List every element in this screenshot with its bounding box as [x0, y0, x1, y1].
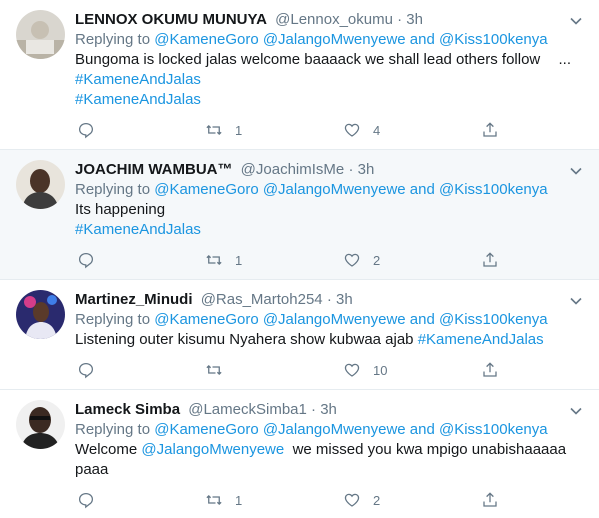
- like-button[interactable]: 4: [343, 120, 380, 140]
- tweet-actions: 1 2: [75, 490, 515, 510]
- avatar[interactable]: [16, 10, 65, 59]
- tweet-actions: 1 4: [75, 120, 515, 140]
- separator-dot: ·: [348, 161, 354, 178]
- separator-dot: ·: [311, 401, 317, 418]
- replying-to-mentions[interactable]: @KameneGoro @JalangoMwenyewe and @Kiss10…: [154, 181, 547, 198]
- like-count: 2: [373, 252, 381, 268]
- share-button[interactable]: [481, 250, 511, 270]
- author-name[interactable]: JOACHIM WAMBUA™: [75, 161, 233, 178]
- retweet-icon: [206, 364, 222, 376]
- reply-icon: [78, 362, 94, 379]
- retweet-button[interactable]: 1: [205, 250, 242, 270]
- like-button[interactable]: 2: [343, 490, 380, 510]
- tweet-feed: LENNOX OKUMU MUNUYA @Lennox_okumu · 3h R…: [0, 0, 599, 518]
- tweet-text: Welcome: [75, 441, 142, 458]
- retweet-count: 1: [235, 492, 243, 508]
- share-icon: [483, 252, 497, 267]
- share-icon: [483, 492, 497, 507]
- author-name[interactable]: Lameck Simba: [75, 401, 180, 418]
- replying-label: Replying to: [75, 31, 151, 48]
- reply-icon: [78, 122, 94, 139]
- chevron-down-icon[interactable]: [569, 14, 583, 28]
- author-name[interactable]: LENNOX OKUMU MUNUYA: [75, 11, 267, 28]
- replying-to-mentions[interactable]: @KameneGoro @JalangoMwenyewe and @Kiss10…: [154, 311, 547, 328]
- retweet-button[interactable]: 1: [205, 490, 242, 510]
- tweet-actions: 1 2: [75, 250, 515, 270]
- avatar[interactable]: [16, 290, 65, 339]
- tweet-text: Its happening: [75, 201, 166, 218]
- show-more-ellipsis[interactable]: ...: [558, 50, 571, 70]
- replying-to-mentions[interactable]: @KameneGoro @JalangoMwenyewe and @Kiss10…: [154, 421, 547, 438]
- retweet-count: 1: [235, 122, 243, 138]
- tweet-time[interactable]: 3h: [336, 291, 353, 308]
- tweet-text: paaa: [75, 461, 109, 478]
- mention-link[interactable]: @JalangoMwenyewe: [141, 441, 284, 458]
- like-button[interactable]: 10: [343, 360, 387, 380]
- author-handle[interactable]: @Lennox_okumu: [275, 11, 393, 28]
- retweet-icon: [206, 494, 222, 506]
- like-icon: [344, 363, 360, 377]
- like-button[interactable]: 2: [343, 250, 380, 270]
- tweet-time[interactable]: 3h: [358, 161, 375, 178]
- author-handle[interactable]: @LameckSimba1: [188, 401, 307, 418]
- hashtag-link[interactable]: #KameneAndJalas: [75, 71, 201, 88]
- avatar[interactable]: [16, 400, 65, 449]
- tweet-time[interactable]: 3h: [320, 401, 337, 418]
- replying-label: Replying to: [75, 181, 151, 198]
- hashtag-link[interactable]: #KameneAndJalas: [418, 331, 544, 348]
- retweet-icon: [206, 124, 222, 136]
- share-button[interactable]: [481, 490, 511, 510]
- replying-label: Replying to: [75, 421, 151, 438]
- author-handle[interactable]: @Ras_Martoh254: [201, 291, 323, 308]
- replying-to-mentions[interactable]: @KameneGoro @JalangoMwenyewe and @Kiss10…: [154, 31, 547, 48]
- reply-button[interactable]: [77, 120, 107, 140]
- chevron-down-icon[interactable]: [569, 294, 583, 308]
- like-count: 4: [373, 122, 381, 138]
- tweet-item[interactable]: LENNOX OKUMU MUNUYA @Lennox_okumu · 3h R…: [0, 0, 599, 150]
- like-icon: [344, 123, 360, 137]
- author-name[interactable]: Martinez_Minudi: [75, 291, 193, 308]
- chevron-down-icon[interactable]: [569, 164, 583, 178]
- tweet-item[interactable]: Lameck Simba @LameckSimba1 · 3h Replying…: [0, 390, 599, 518]
- tweet-item[interactable]: JOACHIM WAMBUA™ @JoachimIsMe · 3h Replyi…: [0, 150, 599, 280]
- reply-button[interactable]: [77, 360, 107, 380]
- reply-icon: [78, 252, 94, 269]
- tweet-item[interactable]: Martinez_Minudi @Ras_Martoh254 · 3h Repl…: [0, 280, 599, 390]
- retweet-button[interactable]: 1: [205, 120, 242, 140]
- like-icon: [344, 493, 360, 507]
- share-icon: [483, 362, 497, 377]
- tweet-text: Bungoma is locked jalas welcome baaaack …: [75, 51, 541, 68]
- separator-dot: ·: [326, 291, 332, 308]
- reply-icon: [78, 492, 94, 509]
- tweet-actions: 10: [75, 360, 515, 380]
- like-icon: [344, 253, 360, 267]
- avatar[interactable]: [16, 160, 65, 209]
- retweet-icon: [206, 254, 222, 266]
- reply-button[interactable]: [77, 490, 107, 510]
- like-count: 2: [373, 492, 381, 508]
- tweet-time[interactable]: 3h: [406, 11, 423, 28]
- tweet-text: Listening outer kisumu Nyahera show kubw…: [75, 331, 418, 348]
- tweet-text: we missed you kwa mpigo unabishaaaaa: [284, 441, 567, 458]
- hashtag-link[interactable]: #KameneAndJalas: [75, 91, 201, 108]
- hashtag-link[interactable]: #KameneAndJalas: [75, 221, 201, 238]
- share-button[interactable]: [481, 360, 511, 380]
- author-handle[interactable]: @JoachimIsMe: [241, 161, 345, 178]
- replying-label: Replying to: [75, 311, 151, 328]
- reply-button[interactable]: [77, 250, 107, 270]
- chevron-down-icon[interactable]: [569, 404, 583, 418]
- like-count: 10: [373, 362, 388, 378]
- share-icon: [483, 122, 497, 137]
- separator-dot: ·: [397, 11, 403, 28]
- retweet-button[interactable]: [205, 360, 235, 380]
- retweet-count: 1: [235, 252, 243, 268]
- share-button[interactable]: [481, 120, 511, 140]
